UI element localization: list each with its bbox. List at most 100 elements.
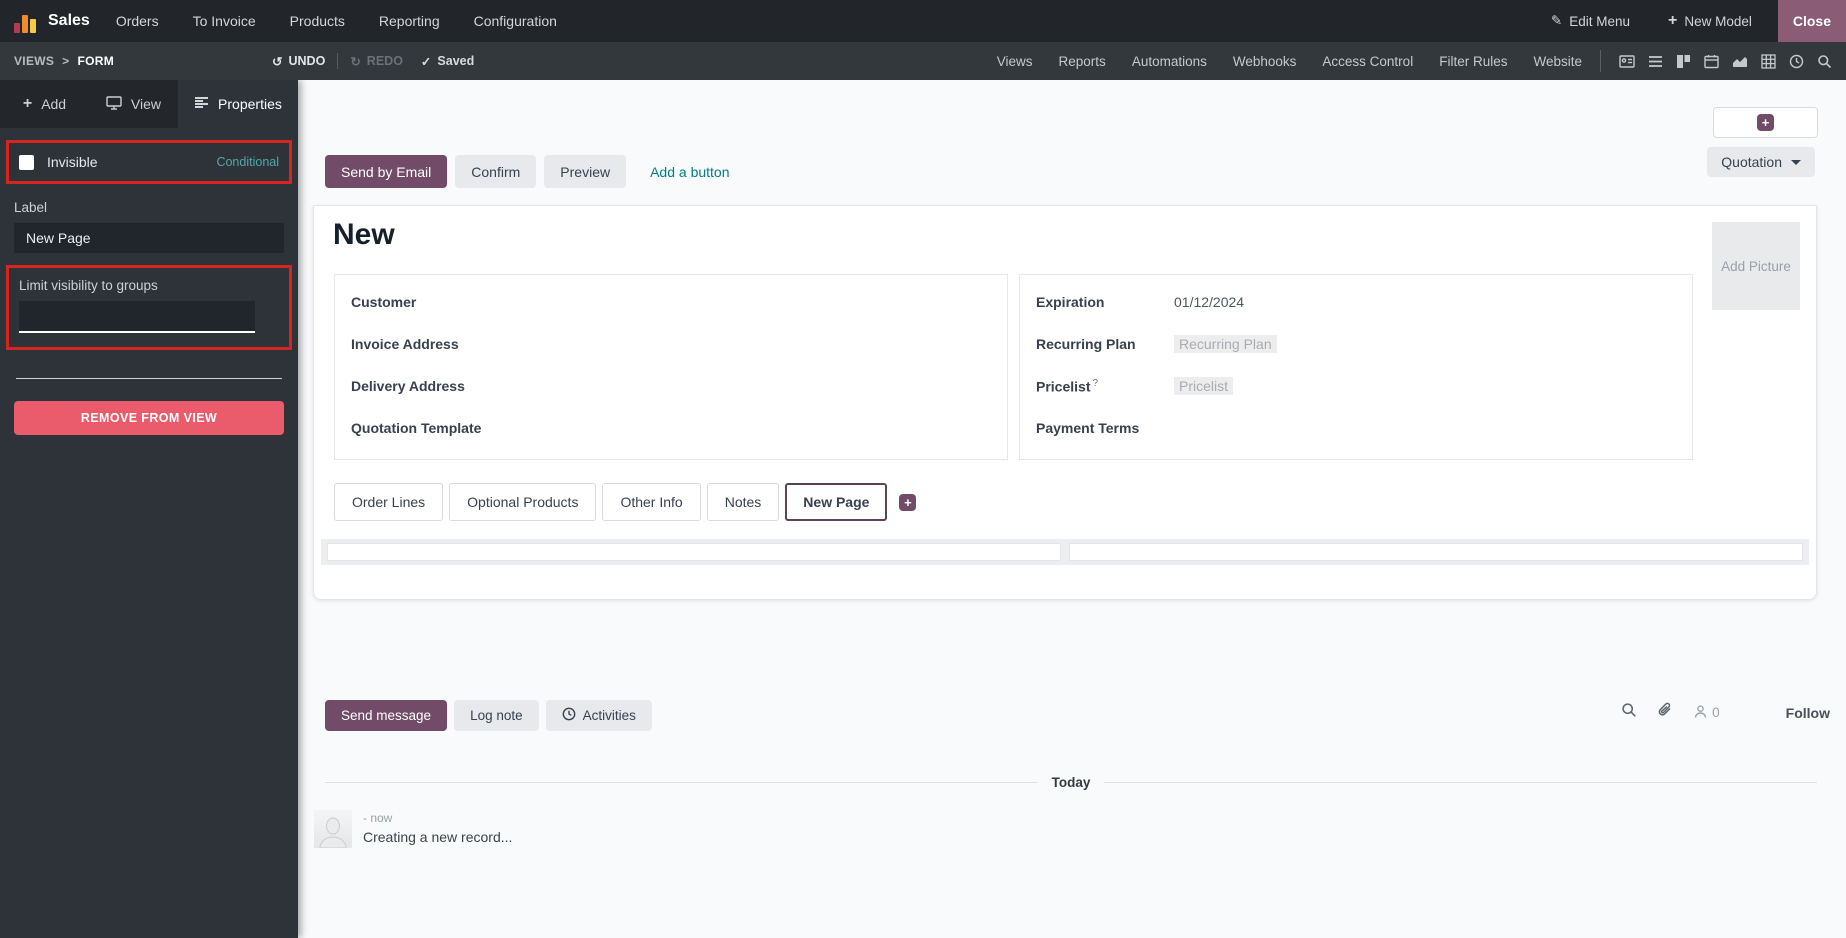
- send-by-email-button[interactable]: Send by Email: [325, 155, 448, 188]
- avatar: [314, 810, 352, 848]
- form-icon[interactable]: [1619, 54, 1635, 69]
- search-messages-icon[interactable]: [1621, 702, 1637, 723]
- groups-input[interactable]: [19, 301, 255, 333]
- search-icon[interactable]: [1817, 54, 1832, 69]
- divider: [16, 378, 282, 379]
- message-body: Creating a new record...: [363, 829, 513, 845]
- pivot-icon[interactable]: [1761, 53, 1776, 69]
- sidebar-tab-view[interactable]: View: [89, 80, 178, 128]
- conditional-badge[interactable]: Conditional: [216, 155, 279, 169]
- kanban-icon[interactable]: [1676, 54, 1691, 69]
- properties-panel: Invisible Conditional Label Limit visibi…: [0, 128, 298, 445]
- record-title[interactable]: New: [333, 218, 395, 252]
- app-name[interactable]: Sales: [48, 12, 90, 30]
- placeholder-cell-right[interactable]: [1069, 543, 1803, 561]
- label-field-label: Label: [14, 200, 48, 215]
- help-icon: ?: [1092, 377, 1099, 389]
- edit-menu-button[interactable]: ✎ Edit Menu: [1551, 13, 1630, 29]
- field-recurring-plan[interactable]: Recurring Plan Recurring Plan: [1036, 323, 1676, 365]
- tab-automations[interactable]: Automations: [1132, 54, 1207, 69]
- add-tab-button[interactable]: +: [899, 493, 917, 511]
- sidebar-tabs: + Add View Properties: [0, 80, 298, 128]
- undo-icon: ↺: [272, 54, 283, 69]
- undo-button[interactable]: ↺ UNDO: [272, 54, 325, 69]
- tab-order-lines[interactable]: Order Lines: [334, 483, 444, 521]
- form-editor-canvas: Send by Email Confirm Preview Add a butt…: [298, 80, 1846, 938]
- statusbar-buttons: Send by Email Confirm Preview Add a butt…: [325, 155, 730, 188]
- breadcrumb: VIEWS > FORM: [14, 54, 114, 68]
- add-statusbar-stage-button[interactable]: +: [1713, 107, 1818, 138]
- new-model-button[interactable]: + New Model: [1668, 13, 1752, 29]
- breadcrumb-separator: >: [62, 54, 70, 68]
- add-a-button-link[interactable]: Add a button: [650, 164, 729, 180]
- activity-icon[interactable]: [1789, 54, 1804, 69]
- followers-count: 0: [1712, 705, 1720, 720]
- menu-to-invoice[interactable]: To Invoice: [193, 13, 256, 29]
- field-group-left: Customer Invoice Address Delivery Addres…: [334, 274, 1008, 460]
- close-studio-button[interactable]: Close: [1777, 0, 1846, 42]
- tab-reports[interactable]: Reports: [1059, 54, 1106, 69]
- date-divider-label: Today: [1051, 775, 1091, 790]
- field-quotation-template[interactable]: Quotation Template: [351, 407, 991, 449]
- pencil-icon: ✎: [1550, 13, 1563, 28]
- followers-counter[interactable]: 0: [1693, 704, 1720, 722]
- top-menu: Orders To Invoice Products Reporting Con…: [116, 13, 557, 29]
- sidebar-tab-add[interactable]: + Add: [0, 80, 89, 128]
- saved-indicator: ✓ Saved: [420, 54, 475, 69]
- field-pricelist[interactable]: Pricelist? Pricelist: [1036, 365, 1676, 407]
- plus-icon: +: [1757, 114, 1774, 131]
- log-note-button[interactable]: Log note: [454, 700, 539, 731]
- invisible-label: Invisible: [47, 154, 98, 170]
- activities-button[interactable]: Activities: [545, 700, 652, 731]
- field-payment-terms[interactable]: Payment Terms: [1036, 407, 1676, 449]
- divider: [337, 53, 339, 69]
- plus-icon: +: [899, 493, 917, 511]
- label-input[interactable]: [14, 223, 284, 253]
- breadcrumb-views[interactable]: VIEWS: [14, 54, 54, 68]
- menu-reporting[interactable]: Reporting: [379, 13, 440, 29]
- field-expiration[interactable]: Expiration 01/12/2024: [1036, 281, 1676, 323]
- notebook-tabs: Order Lines Optional Products Other Info…: [334, 483, 917, 521]
- tab-access-control[interactable]: Access Control: [1322, 54, 1413, 69]
- divider: [1600, 50, 1601, 72]
- field-delivery-address[interactable]: Delivery Address: [351, 365, 991, 407]
- remove-from-view-button[interactable]: REMOVE FROM VIEW: [14, 401, 284, 435]
- tab-filter-rules[interactable]: Filter Rules: [1439, 54, 1507, 69]
- tab-webhooks[interactable]: Webhooks: [1233, 54, 1297, 69]
- tab-views[interactable]: Views: [997, 54, 1033, 69]
- chevron-down-icon: [1791, 159, 1801, 165]
- attachment-icon[interactable]: [1657, 702, 1673, 723]
- message-timestamp: - now: [363, 811, 393, 825]
- add-picture-placeholder[interactable]: Add Picture: [1712, 222, 1800, 310]
- tab-optional-products[interactable]: Optional Products: [449, 483, 597, 521]
- menu-products[interactable]: Products: [290, 13, 345, 29]
- tab-notes[interactable]: Notes: [706, 483, 780, 521]
- field-groups: Customer Invoice Address Delivery Addres…: [334, 274, 1693, 460]
- groups-field-label: Limit visibility to groups: [19, 278, 158, 293]
- chatter-message: - now Creating a new record...: [314, 810, 512, 848]
- properties-lines-icon: [194, 96, 209, 112]
- chatter-buttons: Send message Log note Activities: [325, 700, 652, 731]
- invisible-checkbox[interactable]: [19, 154, 34, 170]
- graph-icon[interactable]: [1732, 54, 1748, 69]
- clock-icon: [562, 707, 576, 724]
- list-icon[interactable]: [1648, 54, 1663, 69]
- calendar-icon[interactable]: [1704, 54, 1719, 69]
- redo-button[interactable]: ↻ REDO: [350, 54, 403, 69]
- check-icon: ✓: [420, 54, 432, 69]
- field-customer[interactable]: Customer: [351, 281, 991, 323]
- tab-new-page[interactable]: New Page: [785, 483, 888, 521]
- preview-button[interactable]: Preview: [544, 155, 627, 188]
- menu-configuration[interactable]: Configuration: [474, 13, 557, 29]
- field-invoice-address[interactable]: Invoice Address: [351, 323, 991, 365]
- placeholder-cell-left[interactable]: [327, 543, 1061, 561]
- follow-button[interactable]: Follow: [1786, 705, 1830, 721]
- sales-app-icon[interactable]: [14, 9, 38, 33]
- menu-orders[interactable]: Orders: [116, 13, 159, 29]
- sidebar-tab-properties[interactable]: Properties: [177, 80, 298, 128]
- tab-other-info[interactable]: Other Info: [602, 483, 701, 521]
- stage-dropdown[interactable]: Quotation: [1707, 147, 1815, 177]
- tab-website[interactable]: Website: [1533, 54, 1582, 69]
- confirm-button[interactable]: Confirm: [455, 155, 537, 188]
- send-message-button[interactable]: Send message: [325, 700, 448, 731]
